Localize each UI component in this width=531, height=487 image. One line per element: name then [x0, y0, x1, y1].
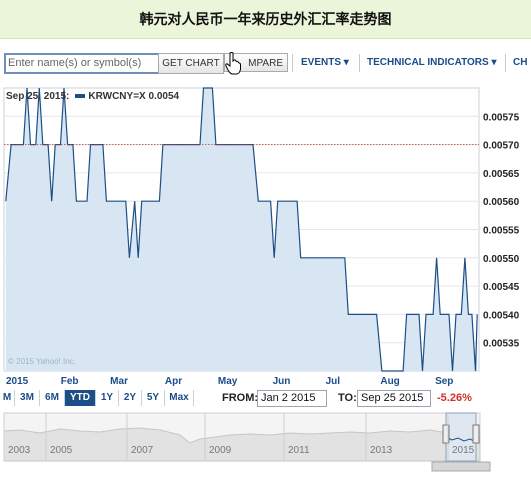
x-tick-label: 2015 — [6, 376, 29, 386]
y-tick-label: 0.00535 — [483, 339, 520, 350]
navigator-year-label: 2007 — [131, 445, 154, 456]
x-axis-labels: 2015 Feb Mar Apr May Jun Jul Aug Sep — [6, 376, 453, 386]
percent-change: -5.26% — [437, 392, 472, 404]
toolbar-divider — [359, 54, 360, 72]
events-menu[interactable]: EVENTS ▾ — [301, 57, 349, 68]
y-tick-label: 0.00540 — [483, 310, 520, 321]
chart-toolbar: Enter name(s) or symbol(s) GET CHART MPA… — [0, 50, 531, 78]
toolbar-divider — [292, 54, 293, 72]
from-date-field[interactable]: Jan 2 2015 — [257, 390, 327, 407]
range-button-max[interactable]: Max — [165, 390, 194, 406]
x-tick-label: Aug — [380, 376, 399, 386]
chart-legend: Sep 25, 2015: KRWCNY=X 0.0054 — [6, 91, 179, 102]
to-date-field[interactable]: Sep 25 2015 — [357, 390, 431, 407]
x-tick-label: Apr — [165, 376, 182, 386]
navigator-year-label: 2011 — [288, 445, 310, 456]
y-axis-labels: 0.00535 0.00540 0.00545 0.00550 0.00555 0.005… — [483, 112, 520, 349]
symbol-search-input[interactable]: Enter name(s) or symbol(s) — [4, 53, 160, 74]
y-tick-label: 0.00560 — [483, 197, 520, 208]
y-tick-label: 0.00570 — [483, 141, 520, 152]
chart-type-menu[interactable]: CH — [513, 57, 527, 68]
y-tick-label: 0.00555 — [483, 226, 520, 237]
range-button-2y[interactable]: 2Y — [119, 390, 142, 406]
price-chart[interactable]: 0.00535 0.00540 0.00545 0.00550 0.00555 0.005… — [0, 86, 531, 386]
x-tick-label: Jul — [326, 376, 341, 386]
navigator-year-label: 2015 — [452, 445, 475, 456]
range-button-1y[interactable]: 1Y — [96, 390, 119, 406]
y-tick-label: 0.00545 — [483, 282, 520, 293]
navigator-year-label: 2003 — [8, 445, 31, 456]
x-tick-label: May — [218, 376, 238, 386]
legend-series: KRWCNY=X 0.0054 — [88, 91, 180, 102]
navigator-right-handle[interactable] — [472, 424, 480, 444]
x-tick-label: Feb — [61, 376, 79, 386]
navigator-year-label: 2013 — [370, 445, 393, 456]
range-controls: M 3M 6M YTD 1Y 2Y 5Y Max FROM: Jan 2 2015 TO: S… — [0, 389, 531, 409]
navigator-scrollbar[interactable] — [431, 461, 491, 472]
range-button-ytd[interactable]: YTD — [65, 390, 96, 406]
x-tick-label: Jun — [273, 376, 291, 386]
y-tick-label: 0.00565 — [483, 169, 520, 180]
legend-swatch — [75, 94, 86, 99]
toolbar-divider — [505, 54, 506, 72]
get-chart-button[interactable]: GET CHART — [158, 53, 224, 74]
range-button-m[interactable]: M — [0, 390, 15, 406]
timeline-navigator[interactable]: 2003 2005 2007 2009 2011 2013 2015 — [0, 411, 531, 473]
y-tick-label: 0.00550 — [483, 254, 520, 265]
chart-title-banner: 韩元对人民币一年来历史外汇汇率走势图 — [0, 0, 531, 39]
technical-indicators-menu[interactable]: TECHNICAL INDICATORS ▾ — [367, 57, 496, 68]
to-label: TO: — [338, 392, 357, 404]
x-tick-label: Mar — [110, 376, 128, 386]
navigator-year-label: 2005 — [50, 445, 73, 456]
navigator-year-label: 2009 — [209, 445, 232, 456]
legend-date: Sep 25, 2015: — [6, 91, 70, 102]
range-button-3m[interactable]: 3M — [15, 390, 40, 406]
from-label: FROM: — [222, 392, 259, 404]
hand-cursor-icon — [225, 52, 241, 75]
page-title: 韩元对人民币一年来历史外汇汇率走势图 — [139, 12, 392, 28]
copyright-text: © 2015 Yahoo! Inc. — [8, 357, 76, 366]
range-button-5y[interactable]: 5Y — [142, 390, 165, 406]
range-button-6m[interactable]: 6M — [40, 390, 65, 406]
y-tick-label: 0.00575 — [483, 112, 520, 123]
x-tick-label: Sep — [435, 376, 453, 386]
